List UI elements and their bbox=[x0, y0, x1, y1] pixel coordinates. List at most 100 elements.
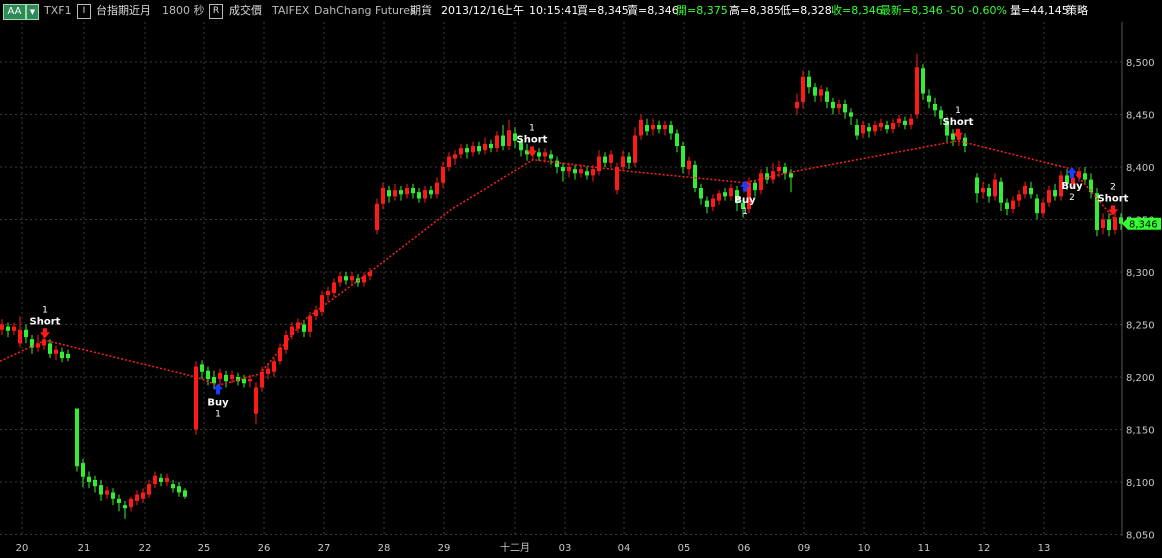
last-price-marker: 8,346 bbox=[1122, 217, 1161, 231]
candle-body bbox=[993, 179, 997, 197]
candle-body bbox=[483, 143, 487, 151]
candle-body bbox=[242, 379, 246, 384]
candle-body bbox=[723, 192, 727, 197]
candle-body bbox=[423, 190, 427, 199]
candle-body bbox=[218, 372, 222, 380]
short-label: Short bbox=[517, 135, 548, 146]
candle-body bbox=[1041, 202, 1045, 214]
y-tick-label: 8,450 bbox=[1126, 111, 1155, 122]
candle-body bbox=[675, 133, 679, 146]
candle-body bbox=[0, 324, 4, 330]
candle-body bbox=[1083, 173, 1087, 180]
signal-count: 2 bbox=[1110, 182, 1116, 192]
aa-button[interactable]: AA bbox=[3, 4, 26, 20]
candle-body bbox=[681, 146, 685, 167]
candle-body bbox=[597, 156, 601, 172]
candle-body bbox=[87, 476, 91, 482]
signal-count: 1 bbox=[529, 124, 535, 134]
candle-body bbox=[141, 492, 145, 499]
candle-body bbox=[729, 188, 733, 197]
candle-body bbox=[825, 91, 829, 102]
symbol-label: TXF1 bbox=[44, 4, 72, 17]
x-tick-label: 21 bbox=[78, 543, 91, 554]
short-label: Short bbox=[943, 117, 974, 128]
candle-body bbox=[843, 104, 847, 113]
candle-body bbox=[585, 171, 589, 176]
candle-body bbox=[117, 498, 121, 503]
exchange-label: TAIFEX bbox=[272, 4, 310, 17]
candle-body bbox=[711, 198, 715, 207]
candlestick-chart[interactable]: 8,5008,4508,4008,3508,3008,2508,2008,150… bbox=[0, 22, 1162, 558]
chevron-down-icon[interactable]: ▼ bbox=[26, 4, 39, 20]
candle-body bbox=[147, 484, 151, 495]
candle-body bbox=[171, 484, 175, 489]
candle-body bbox=[567, 167, 571, 172]
candle-body bbox=[687, 160, 691, 170]
candle-body bbox=[1053, 190, 1057, 197]
candle-body bbox=[807, 76, 811, 88]
candle-body bbox=[441, 167, 445, 183]
buy-label: Buy bbox=[207, 397, 229, 408]
candle-body bbox=[705, 200, 709, 207]
close-label: 收=8,346 bbox=[831, 4, 883, 17]
x-tick-label: 06 bbox=[738, 543, 751, 554]
candle-body bbox=[669, 125, 673, 134]
price-type-label: 成交價 bbox=[229, 4, 262, 17]
candle-body bbox=[381, 188, 385, 204]
buy-label: Buy bbox=[1061, 181, 1083, 192]
refresh-button[interactable]: R bbox=[209, 4, 223, 19]
change-pct-label: -0.60% bbox=[968, 4, 1007, 17]
signal-line bbox=[0, 139, 1116, 387]
candle-body bbox=[54, 349, 58, 354]
candle-body bbox=[66, 353, 70, 359]
session-label: 上午 bbox=[502, 4, 524, 17]
candle-body bbox=[153, 475, 157, 485]
change-label: -50 bbox=[946, 4, 964, 17]
interval-label: 1800 秒 bbox=[162, 4, 205, 17]
x-tick-label: 12 bbox=[978, 543, 991, 554]
candle-body bbox=[135, 494, 139, 501]
candle-body bbox=[573, 169, 577, 174]
y-tick-label: 8,300 bbox=[1126, 268, 1155, 279]
signal-path bbox=[0, 139, 1116, 387]
candle-body bbox=[867, 127, 871, 132]
x-tick-label: 29 bbox=[438, 543, 451, 554]
candle-body bbox=[18, 329, 22, 344]
candle-body bbox=[320, 295, 324, 312]
candle-body bbox=[933, 104, 937, 111]
candle-body bbox=[1017, 194, 1021, 201]
candle-body bbox=[362, 276, 366, 283]
x-tick-label: 03 bbox=[559, 543, 572, 554]
candle-body bbox=[332, 282, 336, 293]
candle-body bbox=[183, 490, 187, 497]
strategy-label[interactable]: 策略 bbox=[1066, 0, 1088, 22]
candle-body bbox=[465, 148, 469, 153]
candle-body bbox=[200, 364, 204, 372]
candle-body bbox=[453, 154, 457, 159]
candle-body bbox=[99, 485, 103, 495]
date-label: 2013/12/16 bbox=[441, 4, 505, 17]
candle-body bbox=[615, 167, 619, 191]
candle-body bbox=[411, 188, 415, 194]
candle-body bbox=[405, 188, 409, 195]
candle-body bbox=[254, 387, 258, 414]
time-label: 10:15:41 bbox=[529, 4, 579, 17]
candle-body bbox=[639, 119, 643, 136]
candle-body bbox=[981, 188, 985, 193]
indicator-button[interactable]: I bbox=[77, 4, 91, 19]
candle-body bbox=[759, 173, 763, 191]
candle-body bbox=[579, 169, 583, 174]
candle-body bbox=[903, 120, 907, 125]
candle-body bbox=[224, 374, 228, 382]
candle-body bbox=[921, 68, 925, 94]
candle-body bbox=[6, 326, 10, 331]
candle-body bbox=[417, 192, 421, 199]
broker-label: DahChang Futures bbox=[314, 4, 416, 17]
candle-body bbox=[1119, 217, 1123, 224]
candle-body bbox=[435, 182, 439, 195]
candle-body bbox=[159, 477, 163, 482]
short-label: Short bbox=[30, 316, 61, 327]
high-label: 高=8,385 bbox=[729, 4, 781, 17]
candle-body bbox=[855, 125, 859, 136]
candle-body bbox=[1005, 202, 1009, 209]
